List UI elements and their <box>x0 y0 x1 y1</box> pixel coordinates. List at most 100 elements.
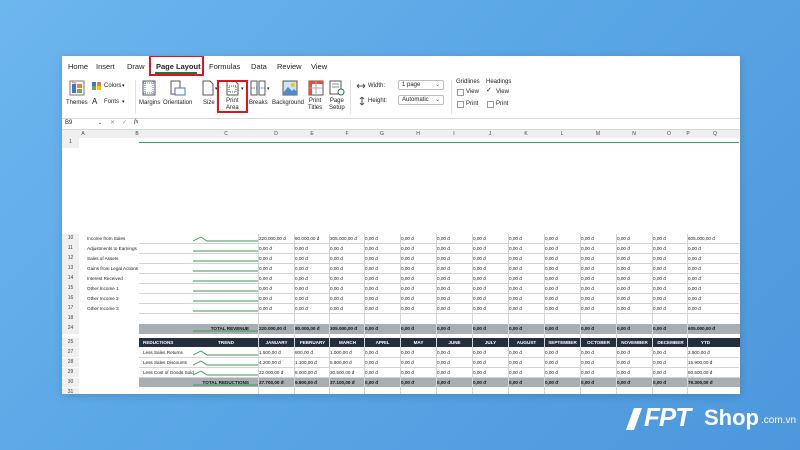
cell[interactable]: 0,00 đ <box>401 304 436 313</box>
cell[interactable]: 0,00 đ <box>437 244 472 253</box>
cell[interactable]: 0,00 đ <box>653 368 688 377</box>
cell[interactable]: 0,00 đ <box>365 254 400 263</box>
cell[interactable]: 0,00 đ <box>330 274 365 283</box>
cell[interactable]: 0,00 đ <box>401 368 436 377</box>
cell[interactable]: 0,00 đ <box>473 294 508 303</box>
cell[interactable]: 0,00 đ <box>545 264 580 273</box>
breaks-icon[interactable] <box>250 80 266 96</box>
cell[interactable]: Other Income 1 <box>87 284 195 293</box>
cell[interactable]: Gains from Legal Actions <box>87 264 195 273</box>
cell[interactable]: 0,00 đ <box>545 368 580 377</box>
cell[interactable]: 0,00 đ <box>653 348 688 357</box>
column-header-c[interactable]: C <box>224 131 228 137</box>
tab-data[interactable]: Data <box>251 62 267 71</box>
cell[interactable]: 0,00 đ <box>437 304 472 313</box>
cell[interactable]: 0,00 đ <box>653 244 688 253</box>
cell[interactable]: 0,00 đ <box>688 294 723 303</box>
breaks-button[interactable]: Breaks <box>249 100 268 107</box>
cell[interactable]: 0,00 đ <box>617 348 652 357</box>
cell[interactable]: 0,00 đ <box>545 348 580 357</box>
cell[interactable]: 0,00 đ <box>259 264 294 273</box>
cell[interactable]: DECEMBER <box>653 338 688 347</box>
cell[interactable]: 0,00 đ <box>259 284 294 293</box>
column-header-a[interactable]: A <box>81 131 84 137</box>
cell[interactable]: 0,00 đ <box>437 368 472 377</box>
tab-insert[interactable]: Insert <box>96 62 115 71</box>
cell[interactable]: 0,00 đ <box>401 274 436 283</box>
cell[interactable]: TREND <box>193 338 259 347</box>
cell[interactable]: 0,00 đ <box>437 294 472 303</box>
cell[interactable]: 0,00 đ <box>617 244 652 253</box>
row-header[interactable]: 24 <box>62 324 79 334</box>
cell[interactable]: AUGUST <box>509 338 544 347</box>
cell[interactable]: 0,00 đ <box>617 264 652 273</box>
cell[interactable]: 0,00 đ <box>401 294 436 303</box>
cell[interactable]: 0,00 đ <box>509 274 544 283</box>
cell[interactable]: 0,00 đ <box>401 358 436 367</box>
cell[interactable]: 37.100,00 đ <box>330 378 365 387</box>
cell[interactable]: 0,00 đ <box>365 284 400 293</box>
tab-review[interactable]: Review <box>277 62 302 71</box>
cell[interactable]: JUNE <box>437 338 472 347</box>
row-header[interactable]: 13 <box>62 264 79 274</box>
cell[interactable]: 0,00 đ <box>437 284 472 293</box>
column-header-i[interactable]: I <box>453 131 454 137</box>
colors-icon[interactable] <box>92 82 102 90</box>
column-header-d[interactable]: D <box>274 131 278 137</box>
cell[interactable]: 0,00 đ <box>401 378 436 387</box>
cell[interactable]: Interest Received <box>87 274 195 283</box>
themes-button[interactable]: Themes <box>66 100 88 107</box>
cell[interactable]: Income from Sales <box>87 234 195 243</box>
cell[interactable]: 79.300,00 đ <box>688 378 723 387</box>
cell[interactable]: 0,00 đ <box>581 234 616 243</box>
cell[interactable]: 0,00 đ <box>365 348 400 357</box>
tab-home[interactable]: Home <box>68 62 88 71</box>
row-header[interactable]: 14 <box>62 274 79 284</box>
cell[interactable]: 0,00 đ <box>509 348 544 357</box>
cell[interactable]: 0,00 đ <box>365 368 400 377</box>
cell[interactable]: 220.000,00 đ <box>259 234 294 243</box>
cell[interactable]: 0,00 đ <box>401 244 436 253</box>
cell[interactable]: 0,00 đ <box>437 348 472 357</box>
cell[interactable]: 0,00 đ <box>653 304 688 313</box>
cell[interactable]: 0,00 đ <box>688 284 723 293</box>
cell[interactable]: 0,00 đ <box>545 284 580 293</box>
cell[interactable]: 0,00 đ <box>473 358 508 367</box>
cell[interactable]: 0,00 đ <box>653 264 688 273</box>
colors-button[interactable]: Colors <box>104 83 121 89</box>
cell[interactable]: 9.900,00 đ <box>295 378 330 387</box>
cell[interactable]: 0,00 đ <box>401 254 436 263</box>
cell[interactable]: 0,00 đ <box>653 234 688 243</box>
cell[interactable]: 0,00 đ <box>473 378 508 387</box>
cell[interactable]: 605.000,00 đ <box>688 324 723 333</box>
cell[interactable]: 0,00 đ <box>473 284 508 293</box>
column-header-b[interactable]: B <box>135 131 138 137</box>
background-button[interactable]: Background <box>272 100 304 107</box>
row-header[interactable]: 18 <box>62 314 79 324</box>
cell[interactable]: 1.100,00 đ <box>295 358 330 367</box>
cell[interactable]: 0,00 đ <box>437 254 472 263</box>
cell[interactable]: 0,00 đ <box>473 274 508 283</box>
cell[interactable]: 0,00 đ <box>653 274 688 283</box>
cell[interactable]: 0,00 đ <box>653 324 688 333</box>
size-button[interactable]: Size <box>203 100 215 107</box>
margins-icon[interactable] <box>142 80 156 96</box>
column-header-e[interactable]: E <box>310 131 313 137</box>
cell[interactable]: 0,00 đ <box>365 324 400 333</box>
cell[interactable]: 3.900,00 đ <box>688 348 723 357</box>
cell[interactable]: APRIL <box>365 338 400 347</box>
cell[interactable]: 0,00 đ <box>581 378 616 387</box>
row-header[interactable]: 27 <box>62 347 79 358</box>
row-header[interactable]: 31 <box>62 387 79 394</box>
cell[interactable]: OCTOBER <box>581 338 616 347</box>
themes-icon[interactable]: Aa <box>69 80 85 96</box>
cell[interactable]: 0,00 đ <box>545 254 580 263</box>
cell[interactable]: 0,00 đ <box>473 348 508 357</box>
cell[interactable]: 0,00 đ <box>688 274 723 283</box>
cell[interactable]: 0,00 đ <box>509 234 544 243</box>
worksheet-grid[interactable]: Income from Sales 220.000,00 đ 80.000,00 đ… <box>79 138 740 394</box>
cell[interactable]: 305.000,00 đ <box>330 234 365 243</box>
cell[interactable]: 0,00 đ <box>259 304 294 313</box>
cell[interactable]: 0,00 đ <box>688 304 723 313</box>
cell[interactable]: 0,00 đ <box>581 264 616 273</box>
